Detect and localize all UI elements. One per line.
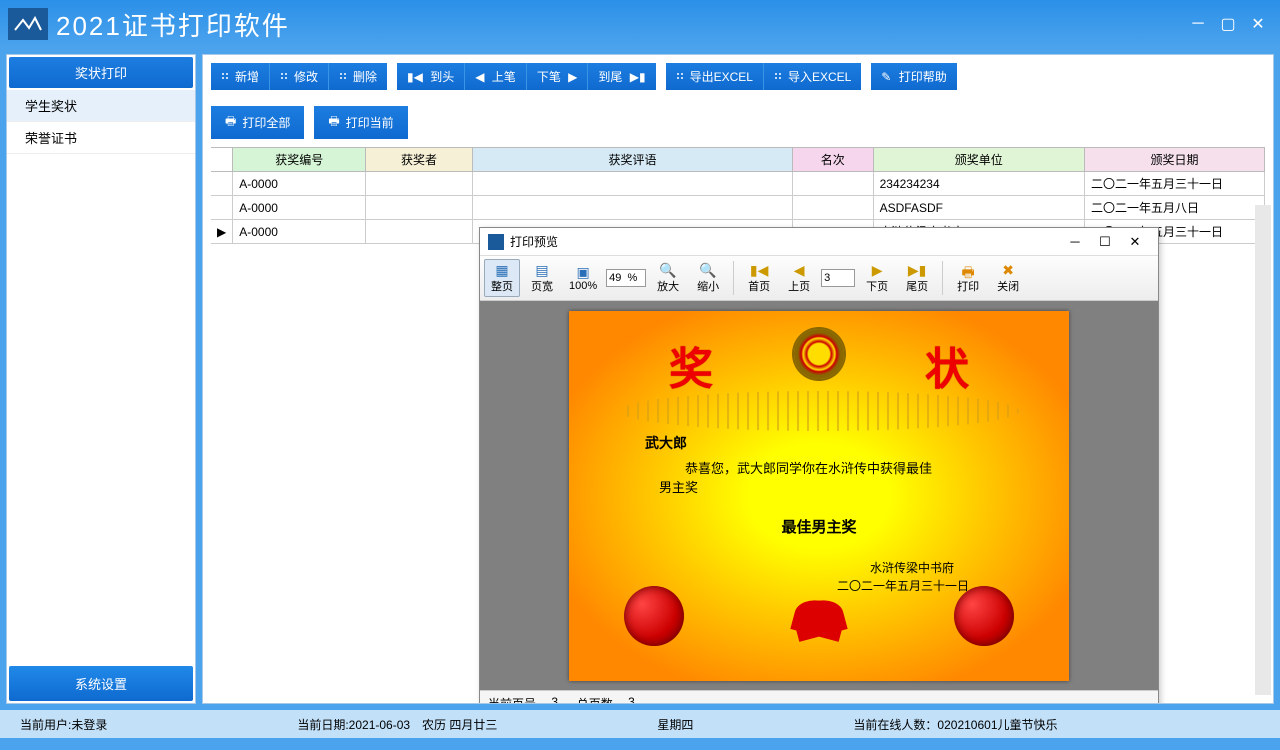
page-input[interactable]: [821, 269, 855, 287]
close-button[interactable]: ✖关闭: [990, 259, 1026, 297]
col-rank[interactable]: 名次: [792, 148, 873, 172]
dialog-minimize-icon[interactable]: ─: [1060, 234, 1090, 249]
cert-award: 最佳男主奖: [781, 516, 856, 537]
prev-page-button[interactable]: ◀上页: [781, 259, 817, 297]
delete-button[interactable]: 删除: [329, 63, 387, 90]
resize-grip-icon[interactable]: ◢: [1147, 700, 1156, 704]
prev-button[interactable]: ◀ 上笔: [465, 63, 527, 90]
flourish-top: [619, 391, 1019, 431]
first-button[interactable]: ▮◀ 到头: [397, 63, 465, 90]
preview-toolbar: ▦整页 ▤页宽 ▣100% 🔍放大 🔍缩小 ▮◀首页 ◀上页 ▶下页 ▶▮尾页 …: [480, 256, 1158, 301]
fit-page-button[interactable]: ▦整页: [484, 259, 520, 297]
zoom-100-button[interactable]: ▣100%: [564, 261, 602, 295]
content-area: 新增 修改 删除 ▮◀ 到头 ◀ 上笔 下笔 ▶ 到尾 ▶▮ 导出EXCEL 导…: [202, 54, 1274, 704]
cert-body: 恭喜您，武大郎同学你在水浒传中获得最佳男主奖: [659, 459, 939, 498]
edit-button[interactable]: 修改: [270, 63, 329, 90]
zoom-out-button[interactable]: 🔍缩小: [690, 259, 726, 297]
status-online: 当前在线人数：0: [853, 716, 944, 733]
dialog-close-icon[interactable]: ✕: [1120, 234, 1150, 250]
certificate: 奖 状 武大郎 恭喜您，武大郎同学你在水浒传中获得最佳男主奖 最佳男主奖 水浒传…: [569, 311, 1069, 681]
fit-width-button[interactable]: ▤页宽: [524, 259, 560, 297]
col-unit[interactable]: 颁奖单位: [873, 148, 1084, 172]
col-date[interactable]: 颁奖日期: [1085, 148, 1265, 172]
main-toolbar: 新增 修改 删除 ▮◀ 到头 ◀ 上笔 下笔 ▶ 到尾 ▶▮ 导出EXCEL 导…: [203, 55, 1273, 98]
table-row[interactable]: A-0000ASDFASDF二〇二一年五月八日: [211, 196, 1265, 220]
sidebar-item-student[interactable]: 学生奖状: [7, 90, 195, 122]
table-row[interactable]: A-0000234234234二〇二一年五月三十一日: [211, 172, 1265, 196]
statusbar: 当前用户:未登录 当前日期:2021-06-03 农历 四月廿三 星期四 当前在…: [0, 710, 1280, 738]
preview-status: 当前页号 3 总页数 3 ◢: [480, 690, 1158, 704]
maximize-icon[interactable]: ▢: [1214, 14, 1242, 34]
print-button[interactable]: 🖶打印: [950, 259, 986, 297]
flower-left-icon: [624, 586, 684, 646]
zoom-in-button[interactable]: 🔍放大: [650, 259, 686, 297]
new-button[interactable]: 新增: [211, 63, 270, 90]
dialog-title: 打印预览: [510, 233, 558, 250]
col-id[interactable]: 获奖编号: [233, 148, 366, 172]
dialog-maximize-icon[interactable]: ☐: [1090, 234, 1120, 250]
sidebar-header[interactable]: 奖状打印: [9, 57, 193, 88]
close-icon[interactable]: ✕: [1244, 14, 1272, 34]
cert-title-right: 状: [925, 333, 969, 397]
export-excel-button[interactable]: 导出EXCEL: [666, 63, 764, 90]
col-winner[interactable]: 获奖者: [366, 148, 473, 172]
sidebar-settings[interactable]: 系统设置: [9, 666, 193, 701]
app-logo: [8, 8, 48, 40]
cert-date: 二〇二一年五月三十一日: [837, 577, 969, 594]
minimize-icon[interactable]: ─: [1184, 14, 1212, 34]
status-message: 20210601儿童节快乐: [944, 716, 1057, 733]
next-page-button[interactable]: ▶下页: [859, 259, 895, 297]
status-date: 当前日期:2021-06-03 农历 四月廿三: [297, 716, 497, 733]
dialog-icon: [488, 234, 504, 250]
cert-org: 水浒传梁中书府: [870, 559, 954, 576]
print-current-button[interactable]: 🖶 打印当前: [314, 106, 407, 139]
next-button[interactable]: 下笔 ▶: [527, 63, 589, 90]
emblem-icon: [794, 329, 844, 379]
app-title: 2021证书打印软件: [56, 6, 1182, 43]
first-page-button[interactable]: ▮◀首页: [741, 259, 777, 297]
ribbon-icon: [759, 601, 879, 656]
preview-canvas: 奖 状 武大郎 恭喜您，武大郎同学你在水浒传中获得最佳男主奖 最佳男主奖 水浒传…: [480, 301, 1158, 690]
col-comment[interactable]: 获奖评语: [472, 148, 792, 172]
last-button[interactable]: 到尾 ▶▮: [588, 63, 655, 90]
titlebar: 2021证书打印软件 ─ ▢ ✕: [0, 0, 1280, 48]
print-all-button[interactable]: 🖶 打印全部: [211, 106, 304, 139]
sidebar-item-honor[interactable]: 荣誉证书: [7, 122, 195, 154]
flower-right-icon: [954, 586, 1014, 646]
sidebar: 奖状打印 学生奖状 荣誉证书 系统设置: [6, 54, 196, 704]
zoom-input[interactable]: [606, 269, 646, 287]
cert-title-left: 奖: [669, 333, 713, 397]
vertical-scrollbar[interactable]: [1255, 205, 1271, 695]
cert-recipient: 武大郎: [645, 433, 687, 453]
import-excel-button[interactable]: 导入EXCEL: [764, 63, 861, 90]
status-weekday: 星期四: [657, 716, 693, 733]
dialog-titlebar[interactable]: 打印预览 ─ ☐ ✕: [480, 228, 1158, 256]
status-user: 当前用户:未登录: [20, 716, 107, 733]
print-help-button[interactable]: ✎ 打印帮助: [871, 63, 956, 90]
last-page-button[interactable]: ▶▮尾页: [899, 259, 935, 297]
print-preview-dialog: 打印预览 ─ ☐ ✕ ▦整页 ▤页宽 ▣100% 🔍放大 🔍缩小 ▮◀首页 ◀上…: [479, 227, 1159, 704]
